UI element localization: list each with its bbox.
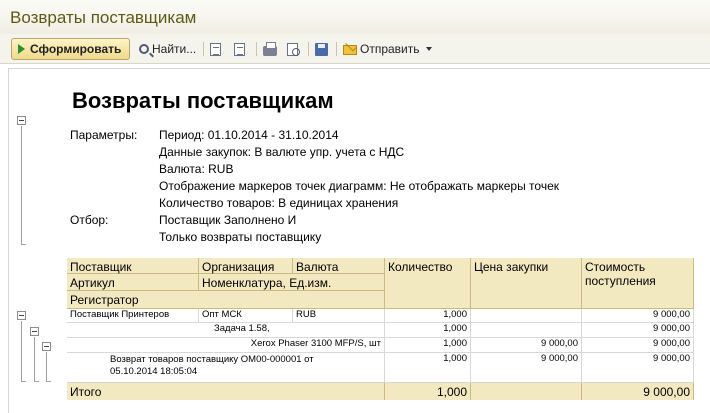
header-registrar: Регистратор: [67, 291, 385, 309]
tree-line: [46, 381, 51, 382]
row3-nomenclature[interactable]: Xerox Phaser 3100 MFP/S, шт: [67, 338, 385, 353]
gutter-line: [8, 68, 9, 413]
header-nomenclature: Номенклатура, Ед.изм.: [199, 274, 385, 291]
collapse-nomenclature-group-toggle[interactable]: [42, 342, 51, 351]
tree-line: [34, 337, 35, 381]
total-cost: 9 000,00: [582, 383, 694, 400]
row4-registrar-line1: Возврат товаров поставщику ОМ00-000001 о…: [110, 354, 314, 365]
printer-icon: [263, 41, 277, 56]
report-title: Возвраты поставщикам: [72, 88, 334, 113]
preview-button[interactable]: [287, 40, 300, 58]
generate-button[interactable]: Сформировать: [11, 38, 130, 60]
row1-currency[interactable]: RUB: [293, 309, 385, 323]
window-title: Возвраты поставщикам: [10, 8, 197, 27]
toolbar-separator: [308, 42, 309, 56]
row2-article[interactable]: Задача 1.58,: [67, 323, 385, 338]
row3-quantity[interactable]: 1,000: [385, 338, 471, 353]
total-quantity: 1,000: [385, 383, 471, 400]
collapse-supplier-group-toggle[interactable]: [17, 311, 26, 320]
tree-line: [34, 381, 39, 382]
tree-line: [21, 244, 26, 245]
param-markers: Отображение маркеров точек диаграмм: Не …: [159, 179, 559, 193]
row1-supplier[interactable]: Поставщик Принтеров: [67, 309, 199, 323]
row2-price[interactable]: [471, 323, 582, 338]
tree-line: [21, 321, 22, 381]
expand-groups-icon: [210, 42, 221, 56]
collapse-groups-icon: [234, 42, 245, 56]
toolbar: Сформировать Найти... Отправить: [0, 34, 710, 64]
param-period: Период: 01.10.2014 - 31.10.2014: [159, 128, 339, 142]
row2-quantity[interactable]: 1,000: [385, 323, 471, 338]
row4-registrar-line2: 05.10.2014 18:05:04: [110, 366, 198, 377]
param-purchase-data: Данные закупок: В валюте упр. учета с НД…: [159, 145, 405, 159]
parameters-label: Параметры:: [70, 128, 138, 142]
find-label: Найти...: [152, 42, 197, 56]
filter-supplier: Поставщик Заполнено И: [159, 213, 297, 227]
row4-registrar[interactable]: Возврат товаров поставщику ОМ00-000001 о…: [67, 353, 385, 383]
header-article: Артикул: [67, 274, 199, 291]
param-quantity: Количество товаров: В единицах хранения: [159, 196, 399, 210]
row1-cost[interactable]: 9 000,00: [582, 309, 694, 323]
row3-cost[interactable]: 9 000,00: [582, 338, 694, 353]
row4-quantity[interactable]: 1,000: [385, 353, 471, 383]
row1-quantity[interactable]: 1,000: [385, 309, 471, 323]
play-icon: [18, 44, 25, 54]
search-icon: [139, 44, 149, 54]
collapse-article-group-toggle[interactable]: [30, 327, 39, 336]
header-cost-line2: поступления: [585, 274, 656, 288]
row4-cost[interactable]: 9 000,00: [582, 353, 694, 383]
header-quantity: Количество: [385, 258, 471, 309]
send-button[interactable]: Отправить: [343, 40, 432, 58]
print-preview-icon: [287, 42, 300, 56]
report-area: Возвраты поставщикам Параметры: Период: …: [0, 64, 710, 413]
header-organization: Организация: [199, 258, 293, 274]
header-cost-line1: Стоимость: [585, 260, 646, 274]
gutter-line: [8, 68, 710, 69]
generate-label: Сформировать: [30, 42, 122, 56]
tree-line: [46, 352, 47, 381]
envelope-icon: [343, 45, 357, 55]
total-label: Итого: [67, 383, 385, 400]
save-icon: [315, 42, 328, 56]
collapse-header-group-toggle[interactable]: [17, 116, 26, 125]
header-currency: Валюта: [293, 258, 385, 274]
param-currency: Валюта: RUB: [159, 162, 234, 176]
title-bar: Возвраты поставщикам: [0, 0, 710, 34]
tree-line: [21, 126, 22, 244]
filter-returns-only: Только возвраты поставщику: [159, 230, 322, 244]
toolbar-separator: [256, 42, 257, 56]
send-label: Отправить: [360, 42, 420, 56]
row1-organization[interactable]: Опт МСК: [199, 309, 293, 323]
find-button[interactable]: Найти...: [139, 40, 196, 58]
filter-label: Отбор:: [70, 213, 109, 227]
header-purchase-price: Цена закупки: [471, 258, 582, 309]
total-price: [471, 383, 582, 400]
row3-price[interactable]: 9 000,00: [471, 338, 582, 353]
row4-price[interactable]: 9 000,00: [471, 353, 582, 383]
header-supplier: Поставщик: [67, 258, 199, 274]
tree-line: [21, 381, 26, 382]
chevron-down-icon: [425, 47, 432, 51]
header-cost: Стоимость поступления: [582, 258, 694, 309]
collapse-groups-button[interactable]: [234, 40, 245, 58]
toolbar-separator: [203, 42, 204, 56]
toolbar-separator: [336, 42, 337, 56]
save-button[interactable]: [315, 40, 328, 58]
row1-price[interactable]: [471, 309, 582, 323]
print-button[interactable]: [263, 40, 277, 58]
expand-groups-button[interactable]: [210, 40, 221, 58]
row2-cost[interactable]: 9 000,00: [582, 323, 694, 338]
